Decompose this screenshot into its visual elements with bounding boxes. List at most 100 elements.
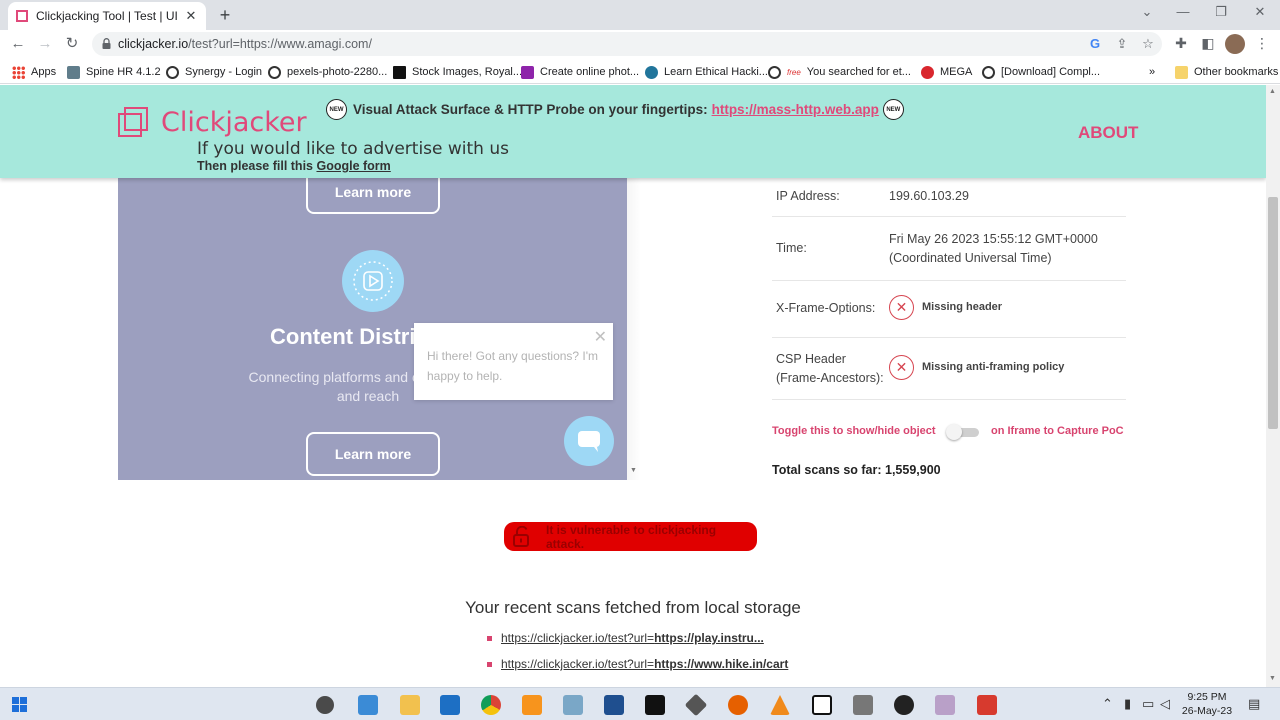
network-icon[interactable]: ▭ — [1142, 696, 1154, 712]
tab-strip: Clickjacking Tool | Test | UI Redre ✕ + … — [0, 0, 1280, 30]
total-scans: Total scans so far: 1,559,900 — [772, 463, 941, 477]
recent-scan-prefix: https://clickjacker.io/test?url= — [501, 657, 655, 671]
virtualbox-icon[interactable] — [684, 693, 708, 717]
settings-gear-icon[interactable] — [316, 696, 334, 714]
powershell-icon[interactable] — [604, 695, 624, 715]
iframe-scroll-arrow-icon[interactable]: ▼ — [630, 467, 637, 474]
bookmark-star-icon[interactable]: ☆ — [1139, 36, 1157, 52]
notifications-icon[interactable]: ▤ — [1248, 696, 1260, 712]
page-scrollbar[interactable]: ▲ ▼ — [1266, 85, 1280, 687]
wordpress-icon — [645, 65, 658, 79]
browser-menu-icon[interactable]: ⋮ — [1253, 35, 1271, 52]
advertise-subtitle: Then please fill this Google form — [197, 159, 391, 173]
bookmark-label: Spine HR 4.1.2 — [86, 66, 161, 78]
window-close-icon[interactable]: ✕ — [1245, 4, 1275, 20]
restore-icon[interactable]: ❐ — [1206, 4, 1236, 20]
app-icon[interactable] — [563, 695, 583, 715]
microphone-icon[interactable]: ▮ — [1124, 696, 1131, 712]
terminal-icon[interactable] — [645, 695, 665, 715]
bookmark-learn-hacking[interactable]: Learn Ethical Hacki... — [645, 64, 768, 80]
clock-time: 9:25 PM — [1187, 691, 1227, 703]
bookmarks-overflow-chevron[interactable]: » — [1149, 64, 1155, 80]
bookmark-mega[interactable]: MEGA — [921, 64, 972, 80]
bookmark-download[interactable]: [Download] Compl... — [982, 64, 1100, 80]
lock-icon[interactable] — [102, 38, 111, 49]
globe-icon — [268, 65, 281, 79]
vulnerable-alert: It is vulnerable to clickjacking attack. — [504, 522, 757, 551]
bookmark-pexels[interactable]: pexels-photo-2280... — [268, 64, 387, 80]
new-tab-button[interactable]: + — [214, 4, 236, 26]
kali-icon[interactable] — [853, 695, 873, 715]
recent-scan-link[interactable]: https://clickjacker.io/test?url=https://… — [501, 631, 764, 645]
sublime-text-icon[interactable] — [522, 695, 542, 715]
advertise-subtitle-text: Then please fill this — [197, 159, 313, 173]
recent-scan-link[interactable]: https://clickjacker.io/test?url=https://… — [501, 657, 788, 671]
browser-tab[interactable]: Clickjacking Tool | Test | UI Redre ✕ — [8, 2, 206, 30]
google-form-link[interactable]: Google form — [316, 159, 390, 173]
media-player-icon[interactable] — [894, 695, 914, 715]
x-frame-options-value: Missing header — [922, 301, 1003, 313]
bookmark-label: pexels-photo-2280... — [287, 66, 388, 78]
forward-icon[interactable]: → — [35, 34, 55, 54]
outlook-icon[interactable] — [440, 695, 460, 715]
bookmark-label: Learn Ethical Hacki... — [664, 66, 768, 78]
tab-close-icon[interactable]: ✕ — [184, 8, 198, 24]
bookmark-apps[interactable]: Apps — [12, 64, 56, 80]
bookmark-stock-images[interactable]: Stock Images, Royal... — [393, 64, 522, 80]
file-explorer-icon[interactable] — [400, 695, 420, 715]
learn-more-button[interactable]: Learn more — [306, 432, 440, 476]
bookmark-synergy[interactable]: Synergy - Login — [166, 64, 262, 80]
minimize-icon[interactable]: — — [1168, 4, 1198, 19]
bookmark-you-searched[interactable]: free You searched for et... — [768, 64, 911, 80]
content-distribution-heading: Content Distri — [270, 324, 416, 349]
toggle-label-right: on Iframe to Capture PoC — [991, 425, 1124, 437]
url-text[interactable]: clickjacker.io/test?url=https://www.amag… — [118, 35, 372, 53]
firefox-icon[interactable] — [728, 695, 748, 715]
google-translate-icon[interactable]: G — [1086, 36, 1104, 51]
vlc-icon[interactable] — [770, 695, 790, 715]
java-icon[interactable] — [935, 695, 955, 715]
extensions-puzzle-icon[interactable]: ✚ — [1172, 35, 1190, 52]
scrollbar-thumb[interactable] — [1268, 197, 1278, 429]
back-icon[interactable]: ← — [8, 34, 28, 54]
reload-icon[interactable]: ↻ — [62, 34, 82, 54]
volume-icon[interactable]: ◁ — [1160, 696, 1170, 712]
list-item: https://clickjacker.io/test?url=https://… — [487, 630, 788, 656]
windows-start-icon[interactable] — [12, 697, 27, 712]
notion-icon[interactable] — [812, 695, 832, 715]
target-site-iframe[interactable]: Learn more Content Distri Connecting pla… — [118, 178, 627, 480]
other-bookmarks[interactable]: Other bookmarks — [1175, 64, 1278, 80]
clickjacker-logo-icon[interactable] — [118, 107, 148, 137]
site-logo-text[interactable]: Clickjacker — [161, 107, 307, 138]
show-hidden-icons-chevron-icon[interactable]: ⌃ — [1102, 696, 1113, 712]
bookmark-spine-hr[interactable]: Spine HR 4.1.2 — [67, 64, 161, 80]
toggle-knob — [946, 424, 962, 440]
tab-search-icon[interactable]: ⌄ — [1132, 4, 1162, 20]
chat-launcher-button[interactable] — [564, 416, 614, 466]
free-icon: free — [787, 67, 801, 77]
burp-suite-icon[interactable] — [977, 695, 997, 715]
about-link[interactable]: ABOUT — [1078, 123, 1138, 143]
scroll-up-arrow-icon[interactable]: ▲ — [1269, 88, 1276, 95]
time-value-line-2: (Coordinated Universal Time) — [889, 251, 1052, 265]
spine-hr-icon — [67, 65, 80, 79]
chat-close-icon[interactable]: ✕ — [594, 327, 607, 347]
bookmark-create-photo[interactable]: Create online phot... — [521, 64, 639, 80]
x-frame-options-label: X-Frame-Options: — [776, 301, 876, 315]
url-host: clickjacker.io — [118, 37, 189, 51]
system-clock[interactable]: 9:25 PM 26-May-23 — [1176, 690, 1238, 718]
bookmark-label: Create online phot... — [540, 66, 640, 78]
iframe-object-toggle[interactable] — [946, 424, 979, 440]
learn-more-button[interactable]: Learn more — [306, 178, 440, 214]
promo-link[interactable]: https://mass-http.web.app — [712, 102, 879, 117]
fail-x-icon: ✕ — [889, 355, 914, 380]
profile-avatar[interactable] — [1225, 34, 1245, 54]
promo-text: Visual Attack Surface & HTTP Probe on yo… — [353, 102, 708, 117]
new-badge-icon: NEW — [882, 99, 904, 120]
chat-popup: ✕ Hi there! Got any questions? I'm happy… — [414, 323, 613, 400]
scroll-down-arrow-icon[interactable]: ▼ — [1269, 675, 1276, 682]
chrome-icon[interactable] — [481, 695, 501, 715]
photos-app-icon[interactable] — [358, 695, 378, 715]
side-panel-icon[interactable]: ◧ — [1199, 35, 1217, 52]
share-icon[interactable]: ⇪ — [1113, 36, 1131, 52]
